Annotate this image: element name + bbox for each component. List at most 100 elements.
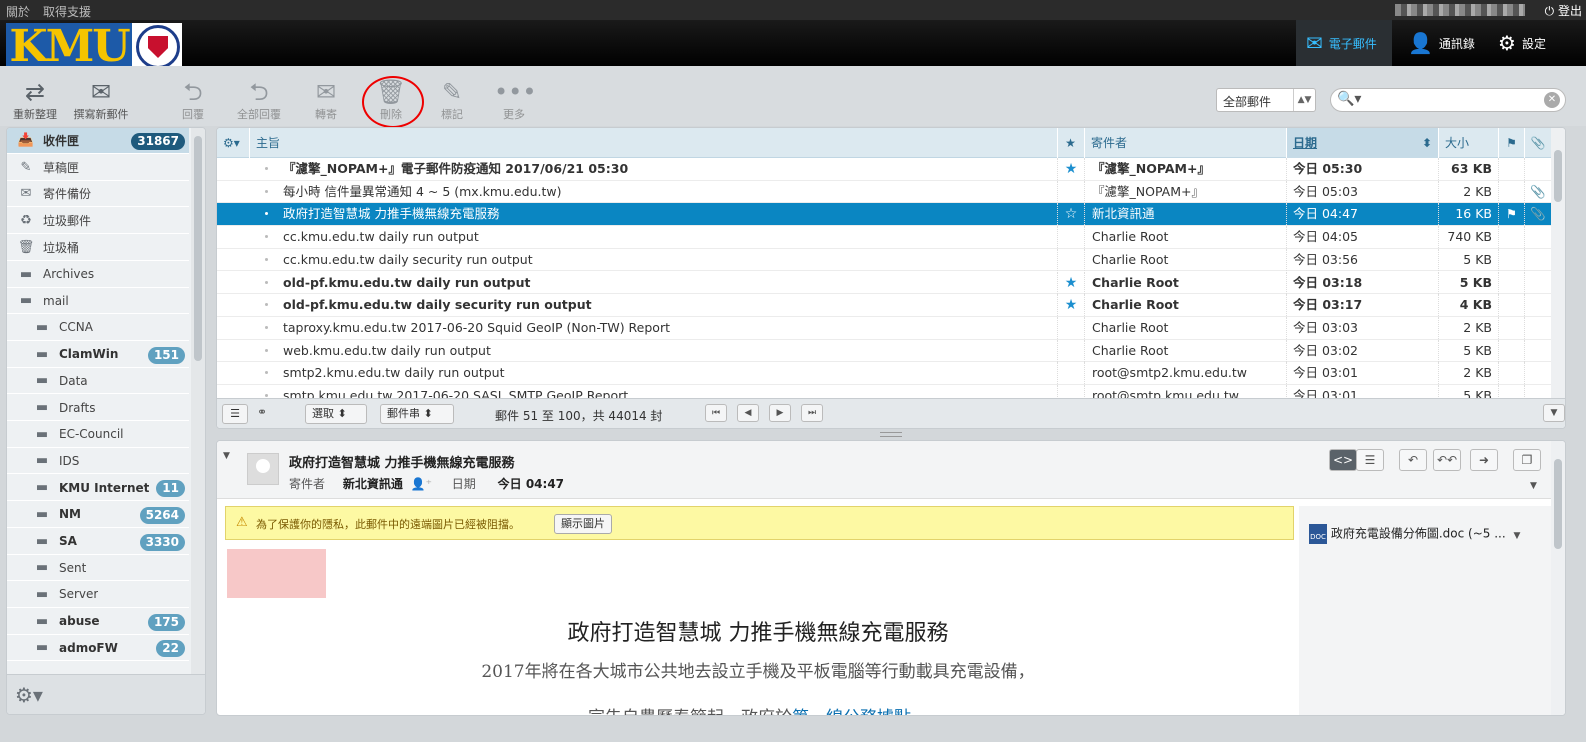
table-row[interactable]: taproxy.kmu.edu.tw 2017-06-20 Squid GeoI… xyxy=(217,316,1551,340)
mark-button[interactable]: ✎ 標記 xyxy=(430,78,474,122)
folder-item[interactable]: ♻ 垃圾郵件 xyxy=(7,208,189,235)
next-page-button[interactable]: ▶ xyxy=(769,404,791,422)
col-subject[interactable]: 主旨 xyxy=(249,128,1057,158)
threads-menu[interactable]: 郵件串 ⬍ xyxy=(380,404,454,424)
star-icon[interactable] xyxy=(1057,226,1084,249)
table-row[interactable]: smtp2.kmu.edu.tw daily run output root@sm… xyxy=(217,362,1551,385)
html-view-button[interactable]: <> xyxy=(1329,449,1357,471)
show-images-button[interactable]: 顯示圖片 xyxy=(554,514,612,534)
folder-item[interactable]: ▬ Drafts xyxy=(7,395,189,421)
nav-settings[interactable]: ⚙ 設定 xyxy=(1488,20,1556,66)
folder-item[interactable]: ▬ SA 3330 xyxy=(7,529,189,555)
folder-scrollbar[interactable] xyxy=(191,128,205,674)
clear-search-icon[interactable]: ✕ xyxy=(1544,92,1560,108)
star-icon[interactable] xyxy=(1057,316,1084,339)
table-row[interactable]: web.kmu.edu.tw daily run output Charlie R… xyxy=(217,339,1551,363)
folder-item[interactable]: ▬ ClamWin 151 xyxy=(7,342,189,368)
folder-item[interactable]: ▬ abuse 175 xyxy=(7,609,189,635)
folder-item[interactable]: ▬ mail xyxy=(7,288,189,315)
flag-icon[interactable] xyxy=(1498,180,1524,203)
col-flagged-star-icon[interactable]: ★ xyxy=(1057,128,1083,158)
folder-item[interactable]: ▬ CCNA xyxy=(7,315,189,341)
forward-button[interactable]: ✉ 轉寄 xyxy=(302,78,350,122)
star-icon[interactable] xyxy=(1057,362,1084,385)
folder-item[interactable]: ✎ 草稿匣 xyxy=(7,155,189,181)
flag-icon[interactable] xyxy=(1498,362,1524,385)
threads-toggle-icon[interactable]: ⚭ xyxy=(257,405,267,419)
nav-contacts[interactable]: 👤 通訊錄 xyxy=(1398,20,1485,66)
first-page-button[interactable]: ⏮ xyxy=(705,404,727,422)
more-headers-icon[interactable]: ▼ xyxy=(1530,481,1537,491)
about-link[interactable]: 關於 xyxy=(6,3,30,20)
star-icon[interactable] xyxy=(1057,180,1084,203)
attachment-item[interactable]: DOC 政府充電設備分佈圖.doc (~5 ... ▼ xyxy=(1309,524,1520,544)
folder-item[interactable]: ▬ KMU Internet 11 xyxy=(7,475,189,502)
folder-settings-icon[interactable]: ⚙▾ xyxy=(15,683,43,707)
folder-item[interactable]: ▬ Archives xyxy=(7,262,189,288)
folder-item[interactable]: 📥 收件匣 31867 xyxy=(7,128,189,154)
collapse-header-icon[interactable]: ▼ xyxy=(223,451,230,461)
select-menu[interactable]: 選取 ⬍ xyxy=(305,404,367,424)
reply-icon-button[interactable]: ↶ xyxy=(1399,449,1427,471)
pane-splitter[interactable] xyxy=(880,432,902,437)
nav-mail[interactable]: ✉ 電子郵件 xyxy=(1296,20,1392,66)
delete-button[interactable]: 🗑 刪除 xyxy=(370,78,412,122)
col-attachment-icon[interactable]: 📎 xyxy=(1524,128,1551,158)
kmu-logo[interactable]: KMU xyxy=(6,23,182,71)
col-from[interactable]: 寄件者 xyxy=(1084,128,1286,158)
add-contact-icon[interactable]: 👤⁺ xyxy=(411,477,432,491)
compose-button[interactable]: ✉ 撰寫新郵件 xyxy=(70,78,132,122)
folder-item[interactable]: 🗑 垃圾桶 xyxy=(7,235,189,261)
star-icon[interactable]: ★ xyxy=(1057,271,1084,294)
flag-icon[interactable] xyxy=(1498,339,1524,362)
refresh-button[interactable]: ⇄ 重新整理 xyxy=(10,78,60,122)
col-size[interactable]: 大小 xyxy=(1438,128,1498,158)
reply-all-button[interactable]: ⮌ 全部回覆 xyxy=(230,78,288,122)
folder-item[interactable]: ▬ admoFW 22 xyxy=(7,635,189,662)
flag-icon[interactable] xyxy=(1498,158,1524,180)
col-flag-icon[interactable]: ⚑ xyxy=(1498,128,1524,158)
flag-icon[interactable] xyxy=(1498,226,1524,249)
folder-item[interactable]: ▬ NM 5264 xyxy=(7,502,189,528)
star-icon[interactable] xyxy=(1057,248,1084,271)
flag-icon[interactable] xyxy=(1498,316,1524,339)
table-row[interactable]: cc.kmu.edu.tw daily security run output C… xyxy=(217,248,1551,272)
folder-item[interactable]: ✉ 寄件備份 xyxy=(7,181,189,208)
reply-all-icon-button[interactable]: ↶↶ xyxy=(1433,449,1461,471)
search-input[interactable]: 🔍▾ ✕ xyxy=(1330,88,1566,112)
list-options-icon[interactable]: ⚙▾ xyxy=(217,128,247,158)
preview-scrollbar[interactable] xyxy=(1551,441,1565,715)
collapse-preview-icon[interactable]: ▼ xyxy=(1543,404,1565,422)
flag-icon[interactable] xyxy=(1498,248,1524,271)
logout-link[interactable]: ⏻ 登出 xyxy=(1545,2,1582,19)
col-date[interactable]: 日期 ⬍ xyxy=(1286,128,1438,158)
table-row[interactable]: cc.kmu.edu.tw daily run output Charlie Ro… xyxy=(217,226,1551,249)
table-row[interactable]: old-pf.kmu.edu.tw daily run output ★ Charl… xyxy=(217,271,1551,295)
folder-item[interactable]: ▬ IDS xyxy=(7,448,189,475)
forward-icon-button[interactable]: ➜ xyxy=(1470,449,1498,471)
table-row[interactable]: 每小時 信件量異常通知 4 ~ 5 (mx.kmu.edu.tw) 『濾擎_NOP… xyxy=(217,180,1551,204)
flag-icon[interactable] xyxy=(1498,294,1524,317)
reply-button[interactable]: ⮌ 回覆 xyxy=(170,78,216,122)
more-button[interactable]: ••• 更多 xyxy=(494,78,536,122)
star-icon[interactable]: ☆ xyxy=(1057,203,1084,226)
flag-icon[interactable]: ⚑ xyxy=(1498,203,1524,226)
table-row[interactable]: 政府打造智慧城 力推手機無線充電服務 ☆ 新北資訊通 今日 04:47 16 KB ⚑ 📎 xyxy=(217,203,1551,227)
mail-filter-select[interactable]: 全部郵件 ▲▼ xyxy=(1216,88,1316,112)
attachment-menu-icon[interactable]: ▼ xyxy=(1513,531,1520,541)
prev-page-button[interactable]: ◀ xyxy=(737,404,759,422)
list-menu-icon[interactable]: ☰ xyxy=(222,404,248,424)
list-scrollbar[interactable] xyxy=(1551,128,1565,398)
table-row[interactable]: old-pf.kmu.edu.tw daily security run out… xyxy=(217,294,1551,317)
star-icon[interactable] xyxy=(1057,339,1084,362)
folder-item[interactable]: ▬ Data xyxy=(7,368,189,395)
flag-icon[interactable] xyxy=(1498,271,1524,294)
folder-item[interactable]: ▬ Server xyxy=(7,582,189,608)
folder-item[interactable]: ▬ EC-Council xyxy=(7,422,189,448)
last-page-button[interactable]: ⏭ xyxy=(801,404,823,422)
sender-name[interactable]: 新北資訊通 xyxy=(343,477,403,491)
table-row[interactable]: 『濾擎_NOPAM+』電子郵件防疫通知 2017/06/21 05:30 ★ 『濾擎… xyxy=(217,158,1551,181)
plain-view-button[interactable]: ☰ xyxy=(1356,449,1384,471)
star-icon[interactable]: ★ xyxy=(1057,294,1084,317)
support-link[interactable]: 取得支援 xyxy=(43,3,91,20)
